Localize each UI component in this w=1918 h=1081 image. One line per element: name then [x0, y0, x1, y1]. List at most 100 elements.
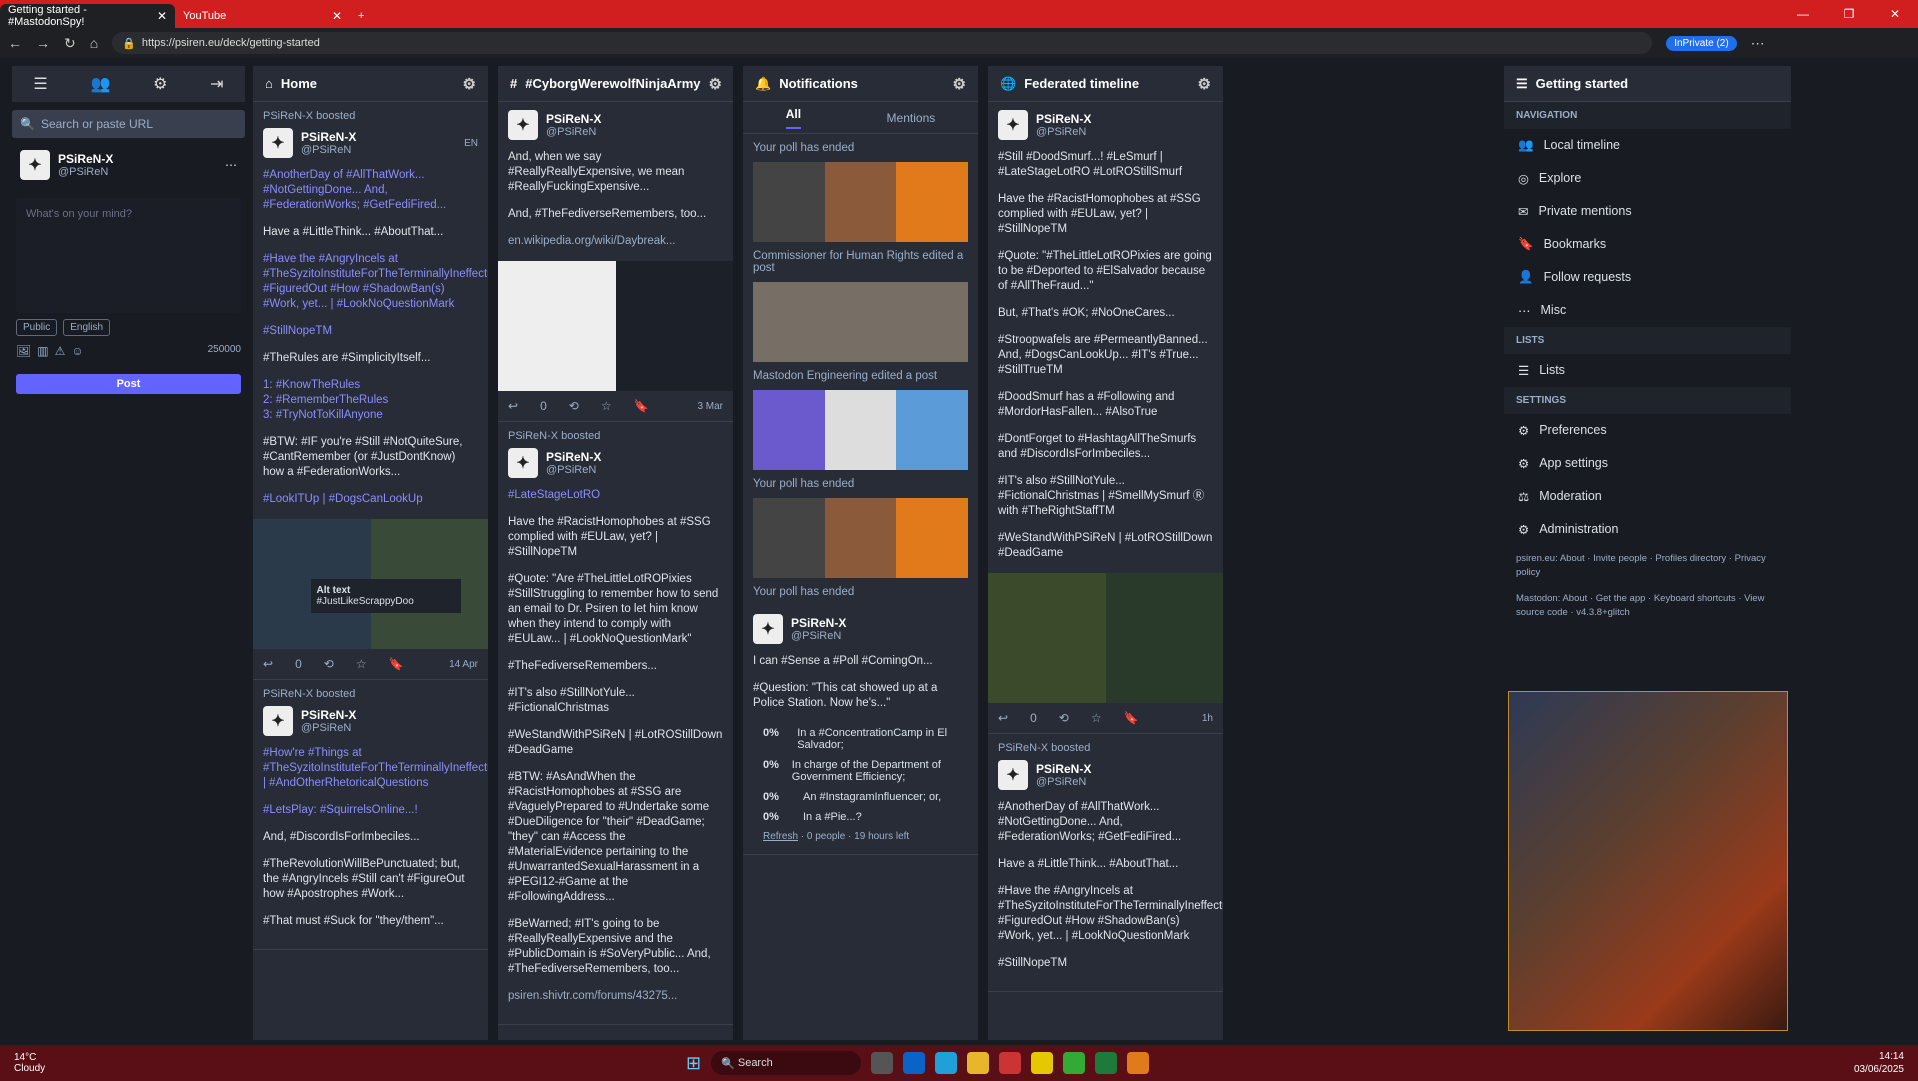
reply-icon[interactable]: ↩ [263, 657, 273, 671]
instance-footer[interactable]: psiren.eu: About · Invite people · Profi… [1504, 546, 1791, 586]
status[interactable]: ✦ PSiReN-X @PSiReN #Still #DoodSmurf...! #… [988, 102, 1223, 734]
gear-icon[interactable]: ⚙ [709, 75, 722, 93]
logout-icon[interactable]: ⇥ [210, 74, 223, 94]
language-button[interactable]: English [63, 319, 111, 336]
visibility-button[interactable]: Public [16, 319, 58, 336]
nav-explore[interactable]: ◎ Explore [1504, 162, 1791, 195]
bookmark-icon[interactable]: 🔖 [634, 399, 649, 413]
nav-label: Lists [1539, 363, 1565, 377]
url-field[interactable]: 🔒 https://psiren.eu/deck/getting-started [112, 32, 1653, 54]
reply-icon[interactable]: ↩ [998, 711, 1008, 725]
status-author[interactable]: ✦ PSiReN-X @PSiReN [753, 614, 968, 644]
status-author[interactable]: ✦ PSiReN-X @PSiReN [998, 760, 1213, 790]
task-view-icon[interactable] [871, 1052, 894, 1074]
status[interactable]: PSiReN-X boosted ✦ PSiReN-X @PSiReN #Anoth… [988, 734, 1223, 992]
gear-icon[interactable]: ⚙ [953, 75, 966, 93]
reply-icon[interactable]: ↩ [508, 399, 518, 413]
post-button[interactable]: Post [16, 374, 241, 394]
boost-icon[interactable]: ⟲ [569, 399, 579, 413]
nav-follow-requests[interactable]: 👤 Follow requests [1504, 261, 1791, 294]
new-tab-icon[interactable]: + [350, 4, 372, 28]
status-author[interactable]: ✦ PSiReN-X @PSiReN [998, 110, 1213, 140]
nav-lists[interactable]: ☰ Lists [1504, 354, 1791, 387]
home-icon[interactable]: ⌂ [90, 35, 98, 51]
attach-icon[interactable]: 🖼 [16, 344, 31, 358]
time: 14:14 [1878, 1051, 1904, 1062]
clock[interactable]: 14:14 03/06/2025 [1854, 1050, 1904, 1076]
tab-all[interactable]: All [785, 107, 802, 129]
nav-private-mentions[interactable]: ✉ Private mentions [1504, 195, 1791, 228]
favourite-icon[interactable]: ☆ [1091, 711, 1102, 725]
status-author[interactable]: ✦ PSiReN-X @PSiReN [508, 448, 723, 478]
mastodon-footer[interactable]: Mastodon: About · Get the app · Keyboard… [1504, 586, 1791, 626]
boost-icon[interactable]: ⟲ [324, 657, 334, 671]
people-icon[interactable]: 👥 [90, 74, 110, 94]
status[interactable]: PSiReN-X boosted ✦ PSiReN-X @PSiReN #How'r… [253, 680, 488, 950]
menu-icon[interactable]: ⋯ [1751, 35, 1765, 52]
poll-icon[interactable]: ▥ [37, 344, 48, 358]
app-icon[interactable] [999, 1052, 1022, 1074]
profile-card[interactable]: ✦ PSiReN-X @PSiReN ⋯ [12, 138, 245, 192]
status[interactable]: ✦ PSiReN-X @PSiReN And, when we say #Reall… [498, 102, 733, 422]
back-icon[interactable]: ← [8, 35, 22, 51]
media-gallery[interactable] [753, 498, 969, 578]
close-window-icon[interactable]: ✕ [1872, 7, 1918, 21]
refresh-icon[interactable]: ↻ [64, 35, 76, 52]
nav-local-timeline[interactable]: 👥 Local timeline [1504, 129, 1791, 162]
close-tab-icon[interactable]: ✕ [157, 9, 167, 23]
media-gallery[interactable] [753, 162, 969, 242]
tab-mentions[interactable]: Mentions [887, 111, 936, 125]
warning-icon[interactable]: ⚠ [55, 344, 66, 358]
tab-getting-started[interactable]: Getting started - #MastodonSpy! ✕ [0, 4, 175, 28]
media-gallery[interactable] [988, 573, 1223, 703]
boost-icon[interactable]: ⟲ [1059, 711, 1069, 725]
status-author[interactable]: ✦ PSiReN-X @PSiReN [508, 110, 723, 140]
firefox-icon[interactable] [1127, 1052, 1150, 1074]
weather-widget[interactable]: 14°C Cloudy [14, 1052, 45, 1074]
media-gallery[interactable] [753, 282, 968, 362]
xbox-icon[interactable] [1063, 1052, 1086, 1074]
compose-textarea[interactable]: What's on your mind? [16, 198, 241, 313]
edge-icon[interactable] [935, 1052, 958, 1074]
nav-administration[interactable]: ⚙ Administration [1504, 513, 1791, 546]
nav-preferences[interactable]: ⚙ Preferences [1504, 414, 1791, 447]
file-explorer-icon[interactable] [967, 1052, 990, 1074]
nav-moderation[interactable]: ⚖ Moderation [1504, 480, 1791, 513]
refresh-link[interactable]: Refresh [763, 831, 798, 842]
gear-icon[interactable]: ⚙ [463, 75, 476, 93]
link-card[interactable]: psiren.shivtr.com/forums/43275... [508, 989, 723, 1004]
bookmark-icon[interactable]: 🔖 [1124, 711, 1139, 725]
maximize-icon[interactable]: ❐ [1826, 7, 1872, 21]
close-tab-icon[interactable]: ✕ [332, 9, 342, 23]
tab-youtube[interactable]: YouTube ✕ [175, 4, 350, 28]
windows-start-icon[interactable]: ⊞ [686, 1053, 701, 1074]
forward-icon[interactable]: → [36, 35, 50, 51]
gear-icon[interactable]: ⚙ [1198, 75, 1211, 93]
inprivate-badge[interactable]: InPrivate (2) [1666, 35, 1737, 51]
status[interactable]: PSiReN-X boosted ✦ PSiReN-X @PSiReN #LateS… [498, 422, 733, 1025]
taskbar-search[interactable]: 🔍 Search [711, 1051, 862, 1075]
status-author[interactable]: ✦ PSiReN-X @PSiReN EN [263, 128, 478, 158]
favourite-icon[interactable]: ☆ [601, 399, 612, 413]
nav-app-settings[interactable]: ⚙ App settings [1504, 447, 1791, 480]
emoji-icon[interactable]: ☺ [71, 344, 83, 358]
status[interactable]: PSiReN-X boosted ✦ PSiReN-X @PSiReN EN #Ano… [253, 102, 488, 680]
minimize-icon[interactable]: — [1780, 7, 1826, 21]
media-gallery[interactable] [498, 261, 733, 391]
excel-icon[interactable] [1095, 1052, 1118, 1074]
link-card[interactable]: en.wikipedia.org/wiki/Daybreak... [508, 234, 723, 249]
more-icon[interactable]: ⋯ [225, 158, 237, 172]
media-gallery[interactable] [753, 390, 969, 470]
hamburger-icon[interactable]: ☰ [33, 74, 47, 94]
media-gallery[interactable]: Alt text #JustLikeScrappyDoo [253, 519, 488, 649]
status-author[interactable]: ✦ PSiReN-X @PSiReN [263, 706, 478, 736]
settings-icon[interactable]: ⚙ [153, 74, 167, 94]
status[interactable]: ✦ PSiReN-X @PSiReN I can #Sense a #Poll #C… [743, 606, 978, 855]
favourite-icon[interactable]: ☆ [356, 657, 367, 671]
nav-bookmarks[interactable]: 🔖 Bookmarks [1504, 228, 1791, 261]
outlook-icon[interactable] [903, 1052, 926, 1074]
bookmark-icon[interactable]: 🔖 [389, 657, 404, 671]
app-icon[interactable] [1031, 1052, 1054, 1074]
nav-misc[interactable]: ⋯ Misc [1504, 294, 1791, 327]
search-input[interactable]: 🔍 Search or paste URL [12, 110, 245, 138]
